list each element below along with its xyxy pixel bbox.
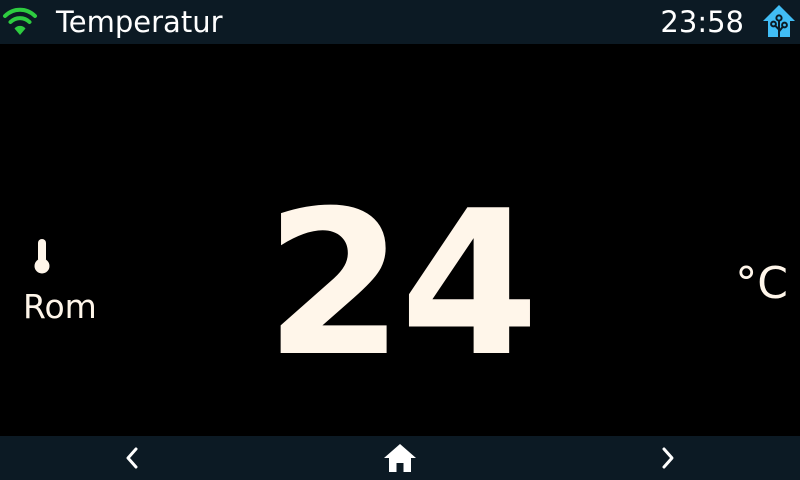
chevron-left-icon <box>126 447 138 469</box>
header-bar: Temperatur 23:58 <box>0 0 800 44</box>
room-label: Rom <box>23 287 97 326</box>
footer-nav-bar <box>0 436 800 480</box>
clock: 23:58 <box>660 5 744 39</box>
home-assistant-icon <box>763 5 795 37</box>
thermometer-icon <box>34 239 50 274</box>
wifi-icon <box>3 7 37 35</box>
screen: Temperatur 23:58 Rom 24 °C <box>0 0 800 480</box>
chevron-right-icon <box>662 447 674 469</box>
home-icon <box>384 444 416 472</box>
next-page-button[interactable] <box>648 436 688 480</box>
previous-page-button[interactable] <box>112 436 152 480</box>
home-button[interactable] <box>378 436 422 480</box>
temperature-value: 24 <box>264 168 539 401</box>
page-title: Temperatur <box>56 5 223 39</box>
temperature-unit: °C <box>735 258 788 309</box>
